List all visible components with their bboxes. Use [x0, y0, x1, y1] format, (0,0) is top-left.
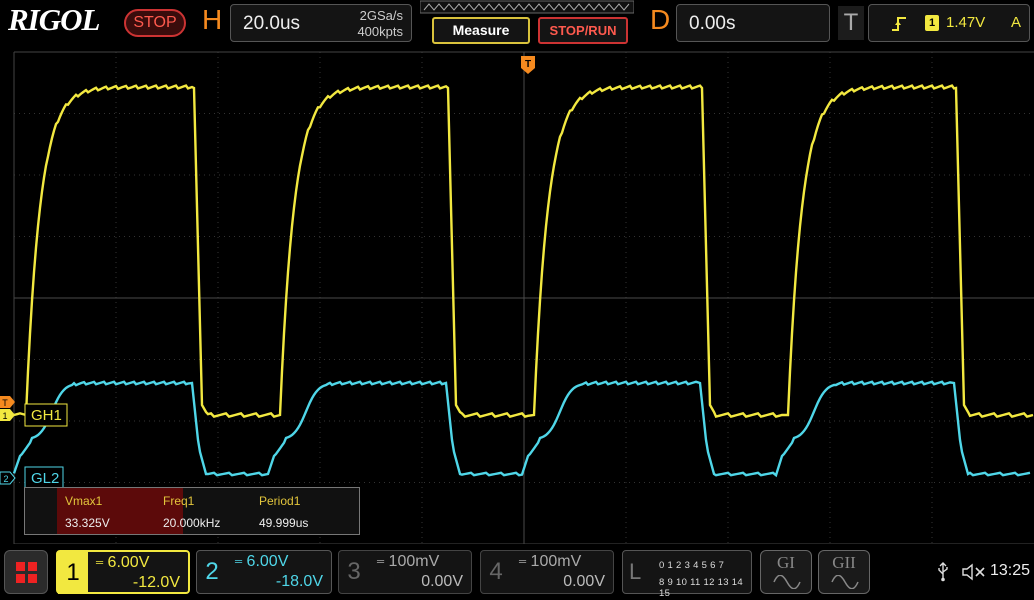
- dc-coupling-icon: ═: [235, 556, 243, 568]
- channel-3-panel[interactable]: 3 ═ 100mV 0.00V: [338, 550, 472, 594]
- trigger-label: T: [838, 6, 864, 40]
- measurement-name: Period1: [259, 494, 301, 508]
- waveform-position-indicator-icon: [420, 0, 634, 14]
- channel-3-number: 3: [347, 558, 361, 585]
- trigger-position-marker[interactable]: T: [521, 56, 535, 74]
- ch2-waveform: [12, 380, 1031, 478]
- ch1-offset-marker-text: 1: [2, 411, 7, 421]
- generator-2-button[interactable]: GII: [818, 550, 870, 594]
- generator-2-label: GII: [832, 553, 856, 572]
- generator-1-label: GI: [777, 553, 795, 572]
- trigger-mode: A: [1011, 14, 1022, 31]
- dc-coupling-icon: ═: [377, 556, 385, 568]
- measure-button[interactable]: Measure: [432, 17, 530, 44]
- system-clock: 13:25: [990, 562, 1031, 579]
- trigger-top-marker-text: T: [525, 59, 531, 70]
- generator-1-button[interactable]: GI: [760, 550, 812, 594]
- ch2-label-tag: GL2: [24, 466, 64, 490]
- trigger-source-badge: 1: [925, 15, 939, 31]
- rising-edge-icon: [892, 17, 906, 31]
- bottom-channel-bar: 1 ═ 6.00V -12.0V 2 ═ 6.00V -18.0V 3 ═ 10…: [0, 544, 1034, 600]
- main-menu-button[interactable]: [4, 550, 48, 594]
- channel-2-offset: -18.0V: [275, 573, 323, 590]
- sine-wave-icon: [831, 575, 859, 589]
- stop-run-button[interactable]: STOP/RUN: [538, 17, 628, 44]
- measurement-item[interactable]: Period1 49.999us: [251, 488, 359, 534]
- channel-1-offset: -12.0V: [132, 574, 180, 591]
- channel-1-scale: ═ 6.00V: [96, 554, 150, 571]
- delay-panel[interactable]: 0.00s: [676, 4, 830, 42]
- logic-channels-row-2: 8 9 10 11 12 13 14 15: [659, 577, 743, 599]
- usb-icon: [938, 562, 948, 582]
- measurement-value: 33.325V: [65, 516, 110, 530]
- sample-rate: 2GSa/s: [359, 8, 403, 23]
- ch2-offset-marker[interactable]: 2: [0, 471, 16, 485]
- channel-4-number: 4: [489, 558, 503, 585]
- speaker-muted-icon[interactable]: [962, 563, 986, 581]
- measurement-name: Vmax1: [65, 494, 103, 508]
- channel-4-scale: ═ 100mV: [519, 553, 582, 570]
- delay-value: 0.00s: [689, 13, 736, 34]
- timebase-value: 20.0us: [243, 13, 301, 34]
- channel-2-scale: ═ 6.00V: [235, 553, 289, 570]
- channel-1-panel[interactable]: 1 ═ 6.00V -12.0V: [56, 550, 190, 594]
- logic-channels-row-1: 0 1 2 3 4 5 6 7: [659, 560, 725, 571]
- logic-label: L: [629, 559, 642, 584]
- channel-2-panel[interactable]: 2 ═ 6.00V -18.0V: [196, 550, 332, 594]
- delay-label: D: [650, 4, 671, 35]
- channel-1-number: 1: [58, 552, 88, 594]
- memory-depth: 400kpts: [357, 24, 403, 39]
- logic-analyzer-panel[interactable]: L 0 1 2 3 4 5 6 7 8 9 10 11 12 13 14 15: [622, 550, 752, 599]
- run-status-button[interactable]: STOP: [124, 9, 186, 37]
- grid-menu-icon: [16, 562, 37, 583]
- channel-2-number: 2: [205, 558, 219, 585]
- trigger-panel[interactable]: 1 1.47V A: [868, 4, 1030, 42]
- ch1-label-tag: GH1: [24, 403, 68, 427]
- measurement-item[interactable]: Freq1 20.000kHz: [155, 488, 255, 534]
- ch2-offset-marker-text: 2: [3, 474, 8, 484]
- measurement-value: 20.000kHz: [163, 516, 221, 530]
- trigger-level: 1.47V: [946, 14, 986, 31]
- trigger-level-marker[interactable]: T: [0, 396, 15, 408]
- ch1-offset-marker[interactable]: 1: [0, 409, 15, 421]
- ch1-label-text: GH1: [31, 407, 62, 424]
- horizontal-label: H: [202, 4, 223, 35]
- trigger-level-marker-text: T: [2, 398, 8, 408]
- measurement-panel[interactable]: Vmax1 33.325V Freq1 20.000kHz Period1 49…: [24, 487, 360, 535]
- dc-coupling-icon: ═: [96, 557, 104, 569]
- top-status-bar: RIGOL STOP H 20.0us 2GSa/s 400kpts Measu…: [0, 0, 1034, 46]
- channel-4-panel[interactable]: 4 ═ 100mV 0.00V: [480, 550, 614, 594]
- dc-coupling-icon: ═: [519, 556, 527, 568]
- channel-3-scale: ═ 100mV: [377, 553, 440, 570]
- measurement-value: 49.999us: [259, 516, 309, 530]
- timebase-panel[interactable]: 20.0us 2GSa/s 400kpts: [230, 4, 412, 42]
- sine-wave-icon: [773, 575, 801, 589]
- waveform-display[interactable]: T T 1 2 GH1 GL2: [0, 46, 1034, 544]
- measurement-name: Freq1: [163, 494, 195, 508]
- ch2-label-text: GL2: [31, 470, 59, 487]
- rigol-logo: RIGOL: [8, 2, 100, 37]
- channel-4-offset: 0.00V: [563, 573, 605, 590]
- channel-3-offset: 0.00V: [421, 573, 463, 590]
